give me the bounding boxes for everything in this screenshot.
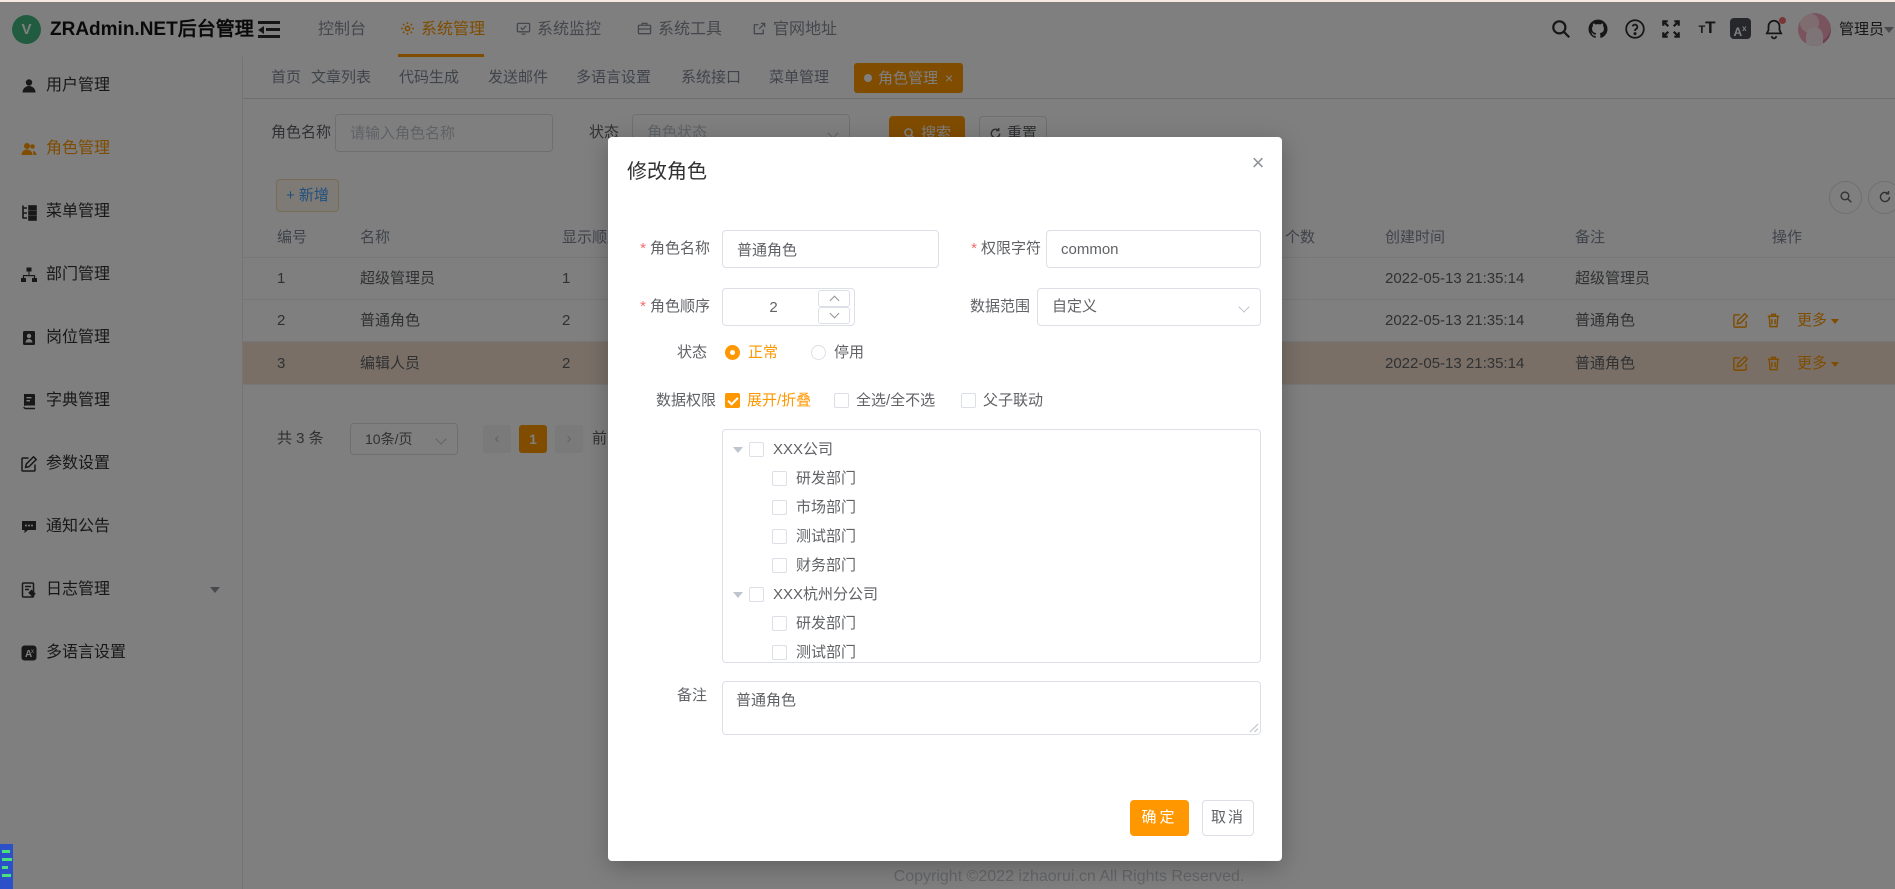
tree-node-label: 市场部门 — [796, 493, 856, 522]
tree-checkbox[interactable] — [772, 645, 787, 660]
monitor-bar — [2, 858, 12, 861]
remark-label: 备注 — [620, 681, 707, 719]
tree-node-company[interactable]: XXX公司 — [723, 435, 1260, 464]
tree-node-branch-company[interactable]: XXX杭州分公司 — [723, 580, 1260, 609]
app-screen: V ZRAdmin.NET后台管理 控制台 系统管理 系统监控 — [0, 0, 1895, 889]
radio-disabled-label[interactable]: 停用 — [834, 345, 864, 361]
tree-node-label: 测试部门 — [796, 522, 856, 551]
tree-node-dept[interactable]: 研发部门 — [723, 464, 1260, 493]
tree-checkbox[interactable] — [772, 558, 787, 573]
tree-checkbox[interactable] — [772, 471, 787, 486]
dialog-close-icon[interactable]: × — [1246, 151, 1270, 175]
chevron-down-icon — [830, 309, 840, 319]
checkbox-parent-child-link[interactable] — [961, 393, 976, 408]
radio-disabled[interactable] — [811, 345, 826, 360]
chevron-down-icon — [1238, 301, 1249, 312]
chevron-up-icon — [830, 296, 840, 306]
data-scope-value: 自定义 — [1052, 298, 1097, 315]
role-order-label: 角色顺序 — [620, 288, 710, 326]
confirm-button[interactable]: 确定 — [1130, 800, 1189, 836]
tree-checkbox[interactable] — [772, 500, 787, 515]
tree-node-dept[interactable]: 财务部门 — [723, 551, 1260, 580]
monitor-bar — [2, 850, 10, 853]
data-scope-label: 数据范围 — [940, 288, 1030, 326]
tree-node-dept[interactable]: 测试部门 — [723, 638, 1260, 663]
checkbox-select-all[interactable] — [834, 393, 849, 408]
tree-checkbox[interactable] — [749, 442, 764, 457]
role-key-label: 权限字符 — [951, 230, 1041, 268]
tree-checkbox[interactable] — [772, 529, 787, 544]
checkbox-select-all-label[interactable]: 全选/全不选 — [856, 393, 935, 409]
increment-button[interactable] — [818, 290, 850, 307]
tree-node-label: XXX杭州分公司 — [773, 580, 878, 609]
tree-expand-caret-icon[interactable] — [733, 592, 743, 598]
tree-node-label: 财务部门 — [796, 551, 856, 580]
checkbox-expand-collapse[interactable] — [725, 393, 740, 408]
tree-node-dept[interactable]: 研发部门 — [723, 609, 1260, 638]
role-key-input[interactable] — [1046, 230, 1261, 268]
edit-role-dialog: 修改角色 × 角色名称 权限字符 角色顺序 数据范围 自定义 状态 正常 停用 … — [608, 137, 1282, 861]
status-label: 状态 — [620, 334, 707, 372]
data-permission-label: 数据权限 — [620, 382, 716, 420]
tree-checkbox[interactable] — [772, 616, 787, 631]
permission-tree: XXX公司 研发部门 市场部门 测试部门 财务部门 XXX杭州分公司 — [722, 429, 1261, 663]
role-name-input[interactable] — [722, 230, 939, 268]
tree-node-dept[interactable]: 市场部门 — [723, 493, 1260, 522]
checkbox-parent-child-link-label[interactable]: 父子联动 — [983, 393, 1043, 409]
tree-node-label: XXX公司 — [773, 435, 833, 464]
tree-node-dept[interactable]: 测试部门 — [723, 522, 1260, 551]
tree-expand-caret-icon[interactable] — [733, 447, 743, 453]
cancel-button[interactable]: 取消 — [1202, 800, 1254, 836]
tree-checkbox[interactable] — [749, 587, 764, 602]
data-scope-select[interactable]: 自定义 — [1037, 288, 1261, 326]
monitor-bar — [2, 866, 8, 869]
tree-node-label: 测试部门 — [796, 638, 856, 663]
decrement-button[interactable] — [818, 307, 850, 324]
role-name-label: 角色名称 — [620, 230, 710, 268]
remark-textarea[interactable]: 普通角色 — [722, 681, 1261, 735]
radio-normal[interactable] — [725, 345, 740, 360]
monitor-bar — [2, 874, 11, 877]
top-strip — [0, 0, 1895, 2]
checkbox-expand-collapse-label[interactable]: 展开/折叠 — [747, 393, 811, 409]
radio-normal-label[interactable]: 正常 — [748, 345, 778, 361]
monitor-widget[interactable] — [0, 844, 13, 889]
textarea-resize-handle[interactable] — [1249, 723, 1259, 733]
tree-node-label: 研发部门 — [796, 609, 856, 638]
dialog-title: 修改角色 — [627, 155, 707, 184]
tree-node-label: 研发部门 — [796, 464, 856, 493]
